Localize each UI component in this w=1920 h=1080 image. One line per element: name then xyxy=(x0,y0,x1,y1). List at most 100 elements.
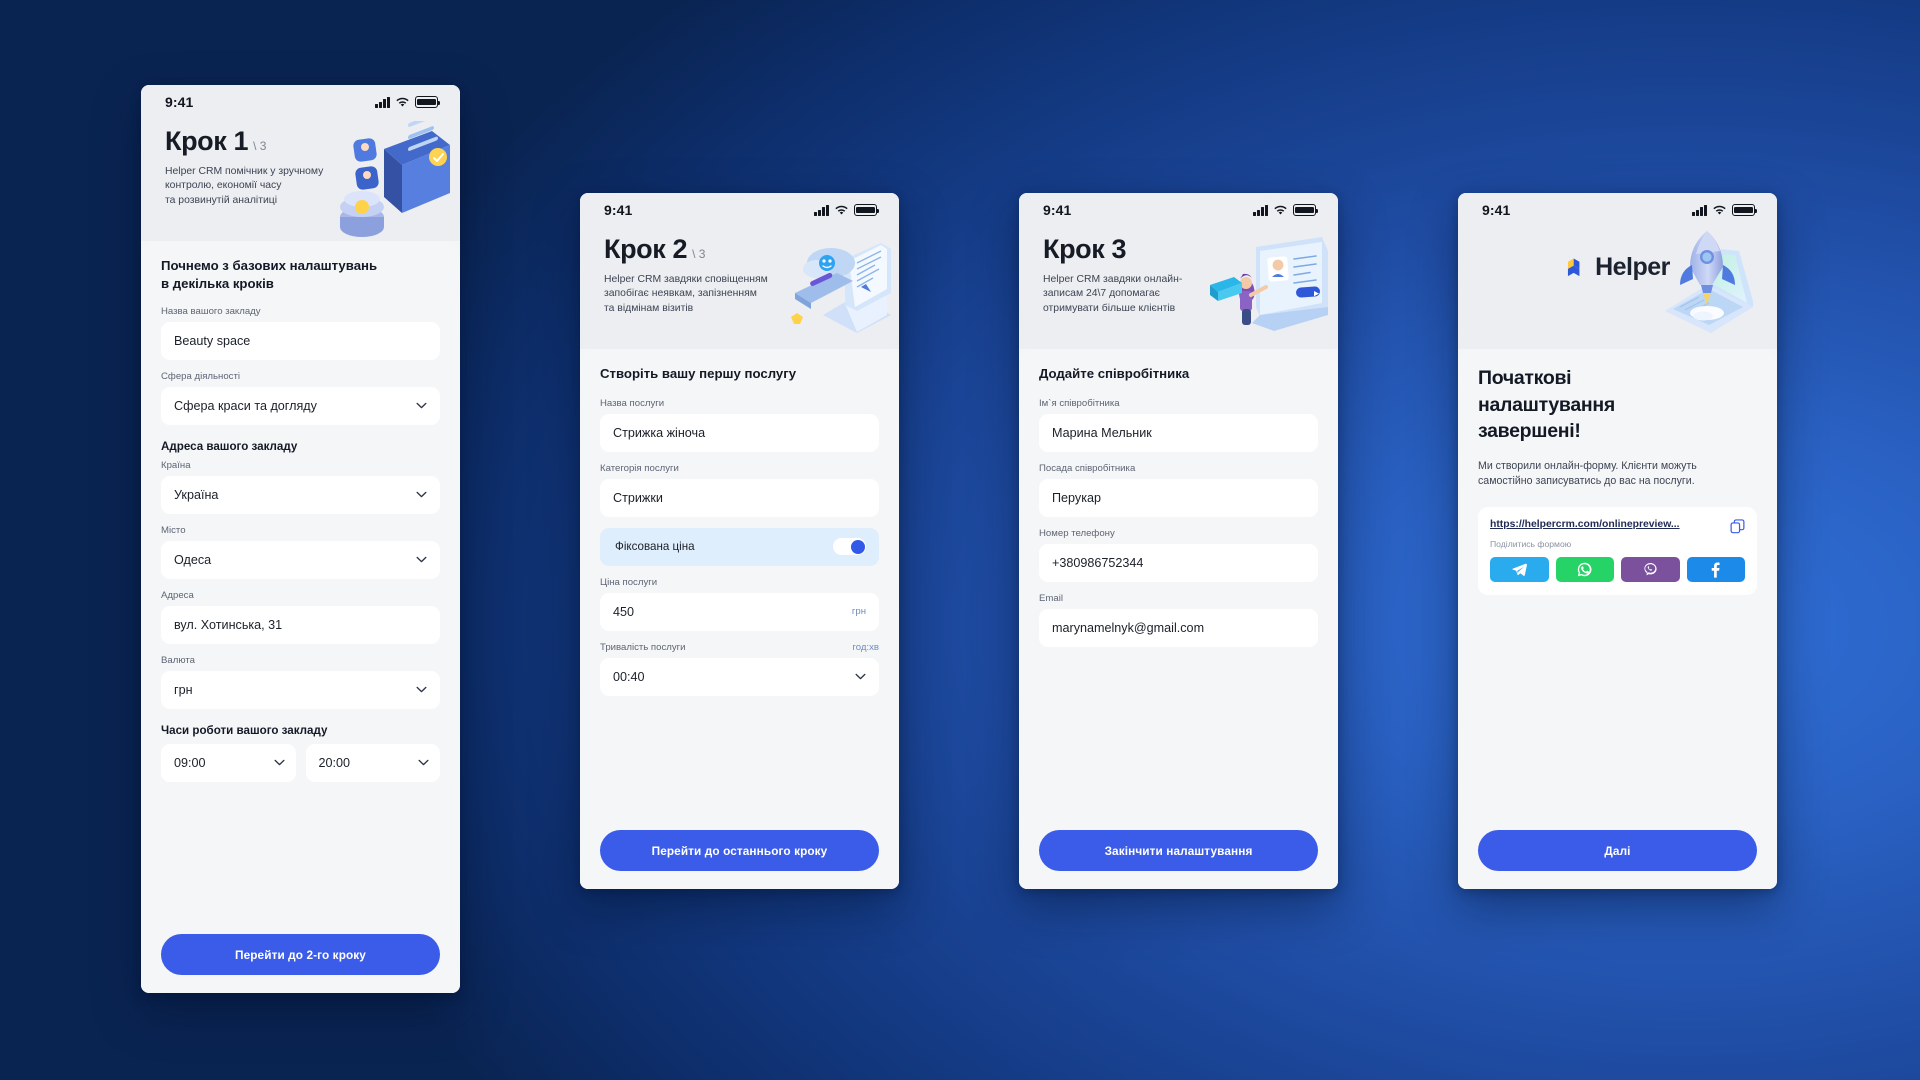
fixed-price-label: Фіксована ціна xyxy=(615,540,695,554)
employee-phone-value: +380986752344 xyxy=(1052,555,1144,570)
chevron-down-icon xyxy=(416,491,427,498)
employee-position-label: Посада співробітника xyxy=(1039,462,1136,474)
working-hours-from-select[interactable]: 09:00 xyxy=(161,743,296,782)
status-icons xyxy=(814,204,880,216)
online-form-link[interactable]: https://helpercrm.com/onlinepreview... xyxy=(1490,518,1680,532)
service-duration-label: Тривалість послуги xyxy=(600,641,686,653)
wifi-icon xyxy=(395,97,410,108)
hero-step-2: Крок 2 \ 3 Helper CRM завдяки сповіщення… xyxy=(580,227,899,349)
share-link-row: https://helpercrm.com/onlinepreview... xyxy=(1490,518,1745,534)
working-hours-row: 09:00 20:00 xyxy=(161,743,440,782)
employee-position-input[interactable]: Перукар xyxy=(1039,478,1318,517)
street-label: Адреса xyxy=(161,589,194,601)
hero-step-label: Крок 1 xyxy=(165,126,249,156)
currency-select[interactable]: грн xyxy=(161,670,440,709)
go-to-last-step-button[interactable]: Перейти до останнього кроку xyxy=(600,830,879,871)
wifi-icon xyxy=(1712,205,1727,216)
share-telegram-button[interactable] xyxy=(1490,557,1549,583)
service-price-label: Ціна послуги xyxy=(600,576,658,588)
service-duration-select[interactable]: 00:40 xyxy=(600,657,879,696)
fixed-price-switch[interactable] xyxy=(833,538,866,556)
employee-phone-label: Номер телефону xyxy=(1039,527,1115,539)
share-viber-button[interactable] xyxy=(1621,557,1680,583)
employee-email-input[interactable]: marynamelnyk@gmail.com xyxy=(1039,608,1318,647)
employee-phone-input[interactable]: +380986752344 xyxy=(1039,543,1318,582)
hero-title: Крок 3 xyxy=(1043,234,1316,265)
business-sphere-select[interactable]: Сфера краси та догляду xyxy=(161,386,440,425)
wifi-icon xyxy=(1273,205,1288,216)
field-currency: Валюта грн xyxy=(161,655,440,709)
chevron-down-icon xyxy=(416,402,427,409)
venue-name-input[interactable]: Beauty space xyxy=(161,321,440,360)
working-hours-from-value: 09:00 xyxy=(174,755,206,770)
hero-title: Крок 1 \ 3 xyxy=(165,126,438,157)
country-value: Україна xyxy=(174,487,219,502)
status-icons xyxy=(1692,204,1758,216)
service-category-label: Категорія послуги xyxy=(600,462,679,474)
finish-setup-button[interactable]: Закінчити налаштування xyxy=(1039,830,1318,871)
hero-step-3: Крок 3 Helper CRM завдяки онлайн- записа… xyxy=(1019,227,1338,349)
phone-screen-step-2: 9:41 Крок 2 \ 3 Helper CRM завдяки спові… xyxy=(580,193,899,889)
hero-step-1: Крок 1 \ 3 Helper CRM помічник у зручном… xyxy=(141,119,460,241)
phone-screen-step-3: 9:41 Крок 3 Helper CRM завдяки онлайн- з… xyxy=(1019,193,1338,889)
hero-subtitle: Helper CRM завдяки онлайн- записам 24\7 … xyxy=(1043,273,1183,315)
go-to-step-2-button[interactable]: Перейти до 2-го кроку xyxy=(161,934,440,975)
whatsapp-icon xyxy=(1578,563,1592,577)
share-card: https://helpercrm.com/onlinepreview... П… xyxy=(1478,507,1757,596)
fixed-price-toggle-row[interactable]: Фіксована ціна xyxy=(600,527,879,566)
field-employee-position: Посада співробітника Перукар xyxy=(1039,463,1318,517)
city-label: Місто xyxy=(161,524,186,536)
employee-email-value: marynamelnyk@gmail.com xyxy=(1052,620,1205,635)
street-input[interactable]: вул. Хотинська, 31 xyxy=(161,605,440,644)
sheet-title: Додайте співробітника xyxy=(1039,366,1190,381)
field-service-duration: Тривалість послуги год:хв 00:40 xyxy=(600,642,879,696)
hero-title: Крок 2 \ 3 xyxy=(604,234,877,265)
service-price-currency: грн xyxy=(851,606,866,618)
employee-name-value: Марина Мельник xyxy=(1052,425,1152,440)
helper-logo-icon xyxy=(1568,258,1580,277)
employee-email-label: Email xyxy=(1039,592,1063,604)
cellular-signal-icon xyxy=(375,96,390,108)
chevron-down-icon xyxy=(416,556,427,563)
service-name-value: Стрижка жіноча xyxy=(613,425,706,440)
cellular-signal-icon xyxy=(1692,204,1707,216)
phone-screen-done: 9:41 Helper Початкові налаштування завер… xyxy=(1458,193,1777,889)
hero-step-counter: \ 3 xyxy=(253,139,267,153)
next-button[interactable]: Далі xyxy=(1478,830,1757,871)
city-select[interactable]: Одеса xyxy=(161,540,440,579)
working-hours-to-select[interactable]: 20:00 xyxy=(305,743,440,782)
chevron-down-icon xyxy=(416,686,427,693)
field-country: Країна Україна xyxy=(161,460,440,514)
status-icons xyxy=(1253,204,1319,216)
service-name-label: Назва послуги xyxy=(600,397,665,409)
form-sheet-step-1: Почнемо з базових налаштувань в декілька… xyxy=(141,241,460,993)
hero-step-label: Крок 3 xyxy=(1043,234,1127,264)
field-venue-name: Назва вашого закладу Beauty space xyxy=(161,306,440,360)
service-name-input[interactable]: Стрижка жіноча xyxy=(600,413,879,452)
address-group-label: Адреса вашого закладу xyxy=(161,439,298,453)
service-category-input[interactable]: Стрижки xyxy=(600,478,879,517)
share-facebook-button[interactable] xyxy=(1686,557,1745,583)
field-service-price: Ціна послуги 450 грн xyxy=(600,577,879,631)
field-employee-email: Email marynamelnyk@gmail.com xyxy=(1039,593,1318,647)
street-value: вул. Хотинська, 31 xyxy=(174,617,283,632)
country-select[interactable]: Україна xyxy=(161,475,440,514)
battery-icon xyxy=(1732,204,1758,216)
status-time: 9:41 xyxy=(1482,202,1511,218)
switch-knob xyxy=(850,539,865,554)
copy-icon[interactable] xyxy=(1730,519,1745,534)
status-time: 9:41 xyxy=(604,202,633,218)
share-whatsapp-button[interactable] xyxy=(1555,557,1614,583)
status-bar: 9:41 xyxy=(141,85,460,119)
employee-name-input[interactable]: Марина Мельник xyxy=(1039,413,1318,452)
battery-icon xyxy=(415,96,441,108)
helper-logo: Helper xyxy=(1482,235,1755,282)
employee-name-label: Ім`я співробітника xyxy=(1039,397,1120,409)
service-price-input[interactable]: 450 грн xyxy=(600,592,879,631)
field-street: Адреса вул. Хотинська, 31 xyxy=(161,590,440,644)
done-body: Ми створили онлайн-форму. Клієнти можуть… xyxy=(1478,459,1697,488)
status-bar: 9:41 xyxy=(580,193,899,227)
city-value: Одеса xyxy=(174,552,212,567)
facebook-icon xyxy=(1711,562,1720,578)
